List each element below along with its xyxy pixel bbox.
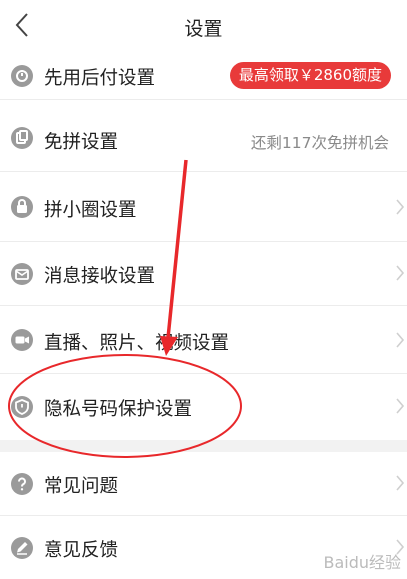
row-label: 直播、照片、视频设置 [44,333,230,354]
row-label: 免拼设置 [44,132,119,153]
row-privacy-number-settings[interactable]: 隐私号码保护设置 [0,374,407,440]
row-label: 隐私号码保护设置 [44,399,193,420]
chevron-right-icon [396,332,405,348]
chevron-right-icon [396,199,405,215]
row-pay-later-settings[interactable]: 先用后付设置 最高领取￥2860额度 [0,52,407,100]
camera-icon [11,329,33,351]
row-circle-settings[interactable]: 拼小圈设置 [0,172,407,242]
chevron-right-icon [396,475,405,491]
chevron-right-icon [396,265,405,281]
row-live-photo-video-settings[interactable]: 直播、照片、视频设置 [0,306,407,374]
promo-badge: 最高领取￥2860额度 [229,62,391,89]
remaining-free-count: 还剩117次免拼机会 [250,134,389,152]
row-message-settings[interactable]: 消息接收设置 [0,242,407,306]
watermark: Baidu经验 [323,553,401,572]
row-label: 拼小圈设置 [44,200,137,221]
chevron-right-icon [396,398,405,414]
row-faq[interactable]: 常见问题 [0,452,407,516]
lock-icon [11,196,33,218]
question-icon [11,473,33,495]
message-icon [11,263,33,285]
row-label: 常见问题 [44,476,119,497]
shield-icon [11,396,33,418]
section-divider [0,440,407,452]
page-title: 设置 [184,18,223,40]
row-free-group-settings[interactable]: 免拼设置 还剩117次免拼机会 [0,100,407,172]
copy-icon [11,127,33,149]
row-label: 先用后付设置 [44,68,156,89]
top-bar: 设置 [0,0,407,52]
row-label: 消息接收设置 [44,266,156,287]
feedback-pencil-icon [11,537,33,559]
row-label: 意见反馈 [44,540,119,561]
credit-badge-icon [11,65,33,87]
